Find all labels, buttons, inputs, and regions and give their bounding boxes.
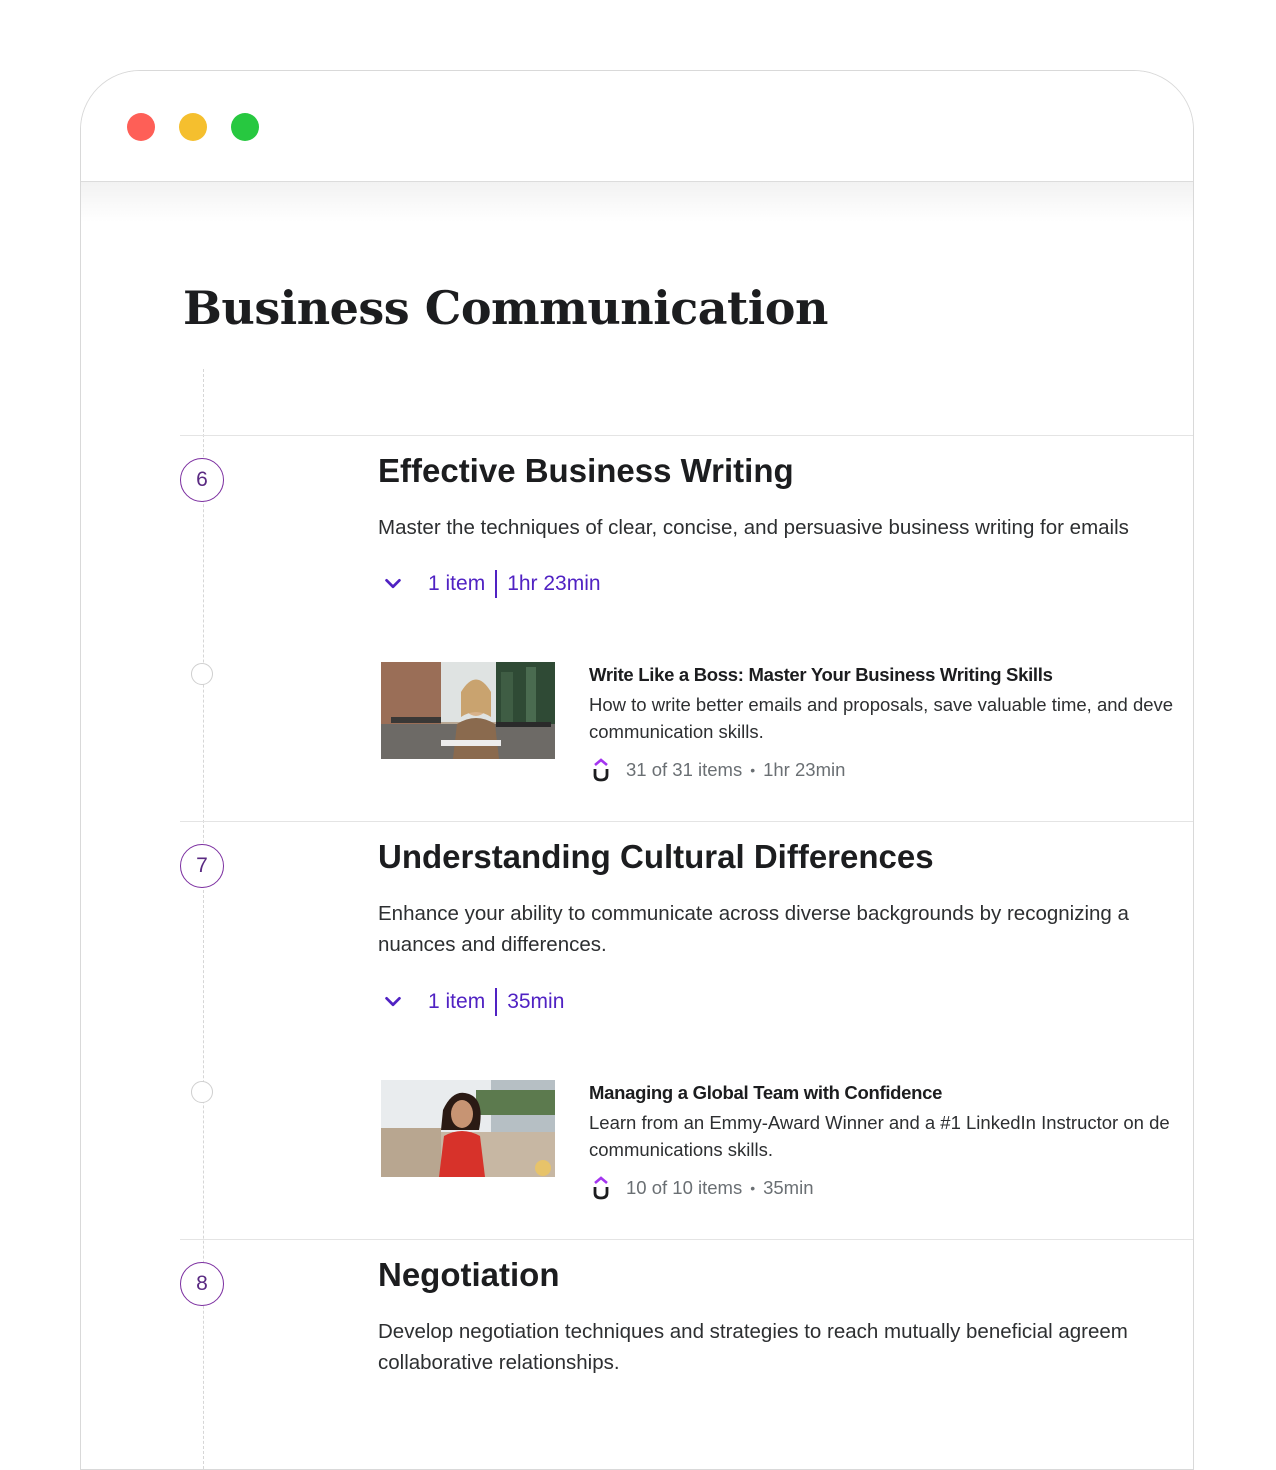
course-progress: 31 of 31 items [626, 759, 743, 780]
section-title: Negotiation [378, 1256, 560, 1293]
course-thumbnail-image [381, 1080, 555, 1177]
course-title[interactable]: Managing a Global Team with Confidence [589, 1082, 942, 1104]
timeline-item-dot [191, 663, 213, 685]
course-meta: 10 of 10 items • 35min [592, 1176, 814, 1200]
section-6: 6 Effective Business Writing Master the … [180, 435, 1193, 822]
section-description: Develop negotiation techniques and strat… [378, 1320, 1128, 1374]
section-description: Enhance your ability to communicate acro… [378, 902, 1129, 956]
bullet-separator: • [750, 762, 756, 778]
course-progress: 10 of 10 items [626, 1177, 743, 1198]
browser-window: Business Communication 6 Effective Busin… [80, 70, 1194, 1470]
udemy-u-icon [593, 1176, 609, 1200]
course-duration: 35min [763, 1177, 814, 1198]
section-duration: 35min [507, 990, 565, 1013]
section-title: Effective Business Writing [378, 452, 794, 489]
chevron-down-icon [385, 578, 401, 589]
step-number-badge: 6 [180, 458, 224, 502]
section-items-toggle[interactable]: 1 item 1hr 23min [378, 568, 601, 600]
section-description: Master the techniques of clear, concise,… [378, 516, 1129, 539]
course-meta: 31 of 31 items • 1hr 23min [592, 758, 845, 782]
page-content: Business Communication 6 Effective Busin… [81, 71, 1193, 1469]
section-title: Understanding Cultural Differences [378, 838, 934, 875]
course-description: How to write better emails and proposals… [589, 694, 1174, 742]
section-item-count: 1 item [428, 572, 486, 595]
course-duration: 1hr 23min [763, 759, 846, 780]
section-items-toggle[interactable]: 1 item 35min [378, 986, 564, 1018]
course-title[interactable]: Write Like a Boss: Master Your Business … [589, 664, 1053, 686]
divider [495, 570, 498, 598]
section-item-count: 1 item [428, 990, 486, 1013]
bullet-separator: • [750, 1180, 756, 1196]
section-duration: 1hr 23min [507, 572, 601, 595]
page-title: Business Communication [183, 281, 828, 335]
course-description: Learn from an Emmy-Award Winner and a #1… [589, 1112, 1170, 1160]
chevron-down-icon [385, 996, 401, 1007]
course-thumbnail-image [381, 662, 555, 759]
udemy-u-icon [593, 758, 609, 782]
timeline-item-dot [191, 1081, 213, 1103]
section-8: 8 Negotiation Develop negotiation techni… [180, 1239, 1193, 1469]
step-number-badge: 7 [180, 844, 224, 888]
step-number-badge: 8 [180, 1262, 224, 1306]
divider [495, 988, 498, 1016]
section-7: 7 Understanding Cultural Differences Enh… [180, 821, 1193, 1240]
course-thumbnail[interactable] [381, 1080, 555, 1177]
course-thumbnail[interactable] [381, 662, 555, 759]
